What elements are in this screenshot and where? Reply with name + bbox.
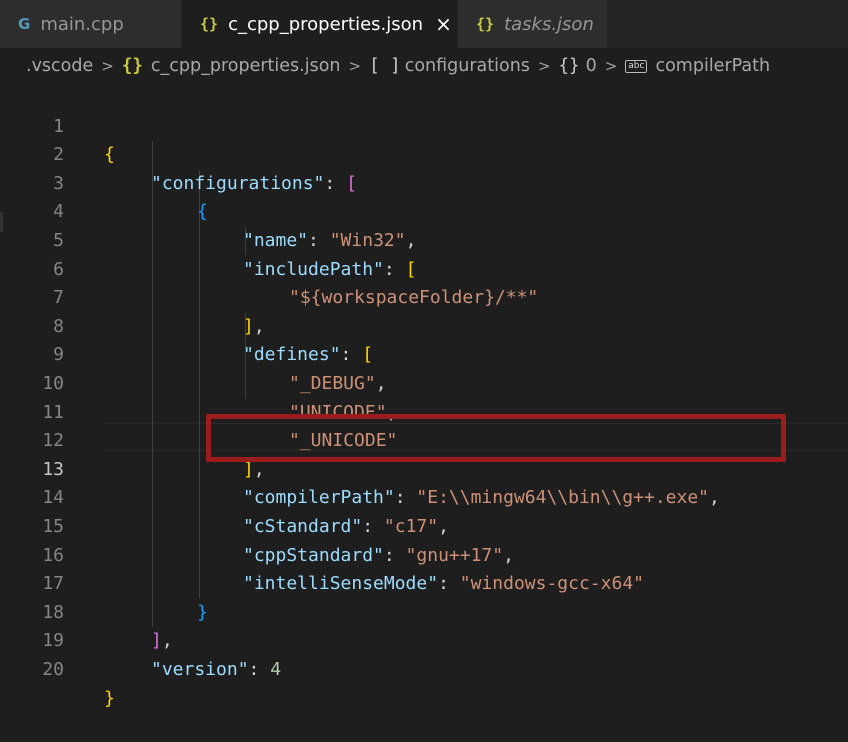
breadcrumb-label: .vscode [26, 56, 94, 76]
code-line: 18 ], [0, 570, 848, 652]
code-line: 8 "defines": [ [0, 284, 848, 366]
code-line: 9 "_DEBUG", [0, 313, 848, 394]
code-line: 16 "intelliSenseMode": "windows-gcc-x64" [0, 513, 848, 595]
code-line: 1 { [0, 84, 848, 166]
breadcrumb-configurations[interactable]: [ ] configurations [369, 56, 530, 76]
code-line: 2 "configurations": [ [0, 113, 848, 194]
code-line: 15 "cppStandard": "gnu++17", [0, 484, 848, 566]
tab-label: tasks.json [504, 13, 594, 35]
code-line: 3 { [0, 141, 848, 223]
brace: } [104, 687, 115, 709]
code-line: 6 "${workspaceFolder}/**" [0, 227, 848, 309]
json-key: "version" [151, 658, 249, 680]
chevron-right-icon: > [604, 57, 618, 75]
line-number: 20 [42, 658, 64, 680]
tab-label: c_cpp_properties.json [228, 13, 424, 35]
tab-label: main.cpp [40, 13, 124, 35]
close-icon[interactable]: × [435, 12, 452, 36]
object-icon: {} [558, 56, 580, 76]
code-line: 19 "version": 4 [0, 599, 848, 680]
tab-tasks-json[interactable]: {} tasks.json [458, 0, 608, 48]
chevron-right-icon: > [101, 57, 114, 75]
code-editor[interactable]: 1 { 2 "configurations": [ 3 { 4 "name": … [0, 84, 848, 721]
breadcrumb-label: c_cpp_properties.json [150, 56, 341, 76]
code-line: 11 "_UNICODE" [0, 370, 848, 452]
breadcrumb-vscode[interactable]: .vscode [26, 56, 93, 76]
tab-bar: G main.cpp {} c_cpp_properties.json × {}… [0, 0, 848, 48]
string-icon: abc [625, 59, 648, 73]
json-file-icon: {} [121, 56, 143, 76]
tab-main-cpp[interactable]: G main.cpp [0, 0, 182, 48]
code-line: 5 "includePath": [ [0, 198, 848, 280]
breadcrumb-label: compilerPath [655, 56, 771, 76]
breadcrumb-compilerpath[interactable]: abc compilerPath [625, 56, 770, 76]
punctuation: : [248, 658, 271, 680]
cpp-file-icon: G [18, 15, 31, 33]
code-line: 20 } [0, 627, 848, 709]
json-file-icon: {} [200, 15, 219, 33]
breadcrumb-label: 0 [585, 56, 597, 76]
breadcrumb-file[interactable]: {} c_cpp_properties.json [122, 56, 341, 76]
annotation-highlight-box [206, 414, 786, 462]
breadcrumb-object-0[interactable]: {} 0 [558, 56, 596, 76]
code-line: 10 "UNICODE", [0, 341, 848, 423]
breadcrumb: .vscode > {} c_cpp_properties.json > [ ]… [0, 48, 848, 84]
json-number: 4 [270, 658, 282, 680]
chevron-right-icon: > [537, 57, 551, 75]
array-icon: [ ] [369, 56, 401, 76]
chevron-right-icon: > [348, 57, 362, 75]
code-line: 7 ], [0, 256, 848, 337]
code-line: 17 } [0, 542, 848, 623]
code-line: 4 "name": "Win32", [0, 170, 848, 251]
tab-c-cpp-properties[interactable]: {} c_cpp_properties.json × [182, 0, 458, 48]
breadcrumb-label: configurations [404, 56, 530, 76]
json-file-icon: {} [476, 15, 495, 33]
